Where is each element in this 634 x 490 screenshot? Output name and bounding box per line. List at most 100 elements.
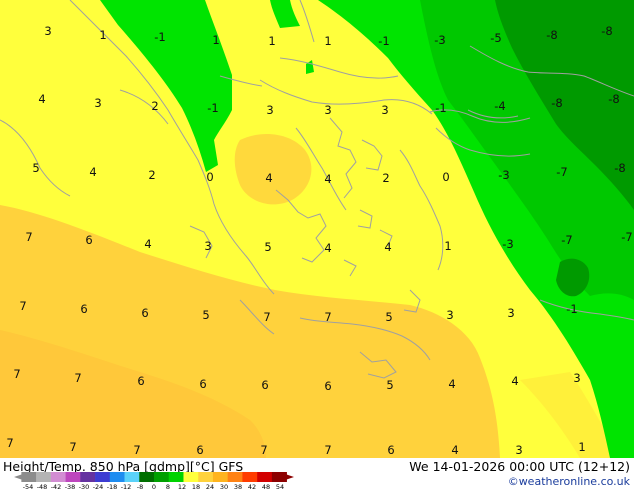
temperature-label: 6: [80, 302, 87, 316]
temperature-label: -3: [434, 33, 445, 47]
temperature-label: 1: [444, 239, 451, 253]
credit-link[interactable]: ©weatheronline.co.uk: [508, 475, 630, 488]
temperature-label: 4: [89, 165, 96, 179]
scale-tick-label: 24: [206, 483, 214, 490]
temperature-label: 7: [6, 436, 13, 450]
scale-tick-label: -24: [93, 483, 104, 490]
scale-tick-label: -12: [121, 483, 132, 490]
temperature-label: 1: [268, 34, 275, 48]
scale-tick-label: 54: [276, 483, 284, 490]
temperature-label: 3: [507, 306, 514, 320]
temperature-label: 3: [94, 96, 101, 110]
temperature-map: 3 1 -1 1 1 1 -1 -3 -5 -8 -8 4 3 2 -1 3 3 3 -1 -4 -8 -8 5 4 2 0 4 4 2…: [0, 0, 634, 458]
color-scale: [14, 472, 294, 482]
temperature-label: 3: [266, 103, 273, 117]
temperature-label: 2: [148, 168, 155, 182]
temperature-label: 1: [324, 34, 331, 48]
scale-tick-label: -8: [137, 483, 143, 490]
temperature-label: -7: [561, 233, 572, 247]
scale-tick-label: -48: [37, 483, 48, 490]
scale-swatch: [65, 472, 81, 482]
temperature-label: 1: [99, 28, 106, 42]
scale-tick-label: -42: [51, 483, 62, 490]
temperature-label: 5: [32, 161, 39, 175]
temperature-label: 7: [25, 230, 32, 244]
scale-swatch: [36, 472, 52, 482]
scale-swatch: [109, 472, 125, 482]
temperature-label: 6: [141, 306, 148, 320]
temperature-label: -3: [502, 237, 513, 251]
scale-swatch: [183, 472, 199, 482]
scale-swatch: [124, 472, 140, 482]
map-page: 3 1 -1 1 1 1 -1 -3 -5 -8 -8 4 3 2 -1 3 3 3 -1 -4 -8 -8 5 4 2 0 4 4 2…: [0, 0, 634, 490]
temperature-label: 4: [265, 171, 272, 185]
temperature-label: 7: [324, 310, 331, 324]
temperature-label: 3: [324, 103, 331, 117]
temperature-label: 4: [448, 377, 455, 391]
temperature-label: 7: [324, 443, 331, 457]
temperature-label: 0: [206, 170, 213, 184]
valid-datetime: We 14-01-2026 00:00 UTC (12+12): [409, 459, 630, 474]
scale-tick-label: 38: [234, 483, 242, 490]
scale-swatch: [50, 472, 66, 482]
temperature-label: 6: [137, 374, 144, 388]
temperature-label: 5: [385, 310, 392, 324]
scale-tick-label: 18: [192, 483, 200, 490]
scale-tick-label: 12: [178, 483, 186, 490]
temperature-label: 7: [69, 440, 76, 454]
scale-swatch: [242, 472, 258, 482]
scale-tick-label: -18: [107, 483, 118, 490]
temperature-label: 3: [381, 103, 388, 117]
scale-tick-label: -30: [79, 483, 90, 490]
scale-swatch: [227, 472, 243, 482]
scale-swatch: [257, 472, 273, 482]
scale-tick-label: -38: [65, 483, 76, 490]
temperature-label: -8: [551, 96, 562, 110]
temperature-label: -5: [490, 31, 501, 45]
temperature-label: 3: [573, 371, 580, 385]
scale-swatch: [154, 472, 170, 482]
temperature-label: 4: [144, 237, 151, 251]
temperature-label: 5: [202, 308, 209, 322]
temperature-label: 7: [19, 299, 26, 313]
temperature-label: 3: [44, 24, 51, 38]
color-scale-ticks: -54 -48 -42 -38 -30 -24 -18 -12 -8 0 8 12 18 24 30 38 42…: [23, 483, 284, 490]
temperature-label: -7: [556, 165, 567, 179]
temperature-label: -4: [494, 99, 505, 113]
temperature-label: 4: [324, 172, 331, 186]
temperature-label: 1: [578, 440, 585, 454]
temperature-label: 3: [446, 308, 453, 322]
temperature-label: 4: [38, 92, 45, 106]
temperature-label: 1: [212, 33, 219, 47]
temperature-label: -1: [378, 34, 389, 48]
scale-swatch: [168, 472, 184, 482]
temperature-label: 2: [382, 171, 389, 185]
scale-swatch: [198, 472, 214, 482]
temperature-label: 2: [151, 99, 158, 113]
temperature-label: 0: [442, 170, 449, 184]
temperature-label: -1: [207, 101, 218, 115]
temperature-label: 6: [324, 379, 331, 393]
temperature-label: 3: [204, 239, 211, 253]
temperature-label: 7: [260, 443, 267, 457]
temperature-label: -8: [601, 24, 612, 38]
scale-tick-label: 30: [220, 483, 228, 490]
temperature-label: 4: [384, 240, 391, 254]
temperature-label: 7: [74, 371, 81, 385]
scale-tick-label: 8: [166, 483, 170, 490]
temperature-label: -8: [608, 92, 619, 106]
temperature-label: 6: [85, 233, 92, 247]
temperature-label: 4: [451, 443, 458, 457]
scale-tick-label: 0: [152, 483, 156, 490]
scale-swatch: [80, 472, 96, 482]
temperature-label: -1: [154, 30, 165, 44]
temperature-label: 5: [386, 378, 393, 392]
temperature-label: -1: [566, 302, 577, 316]
temperature-label: -3: [498, 168, 509, 182]
scale-swatch: [95, 472, 111, 482]
temperature-label: 7: [133, 443, 140, 457]
temperature-label: 7: [13, 367, 20, 381]
temperature-label: 7: [263, 310, 270, 324]
temperature-label: 4: [511, 374, 518, 388]
temperature-label: 6: [199, 377, 206, 391]
